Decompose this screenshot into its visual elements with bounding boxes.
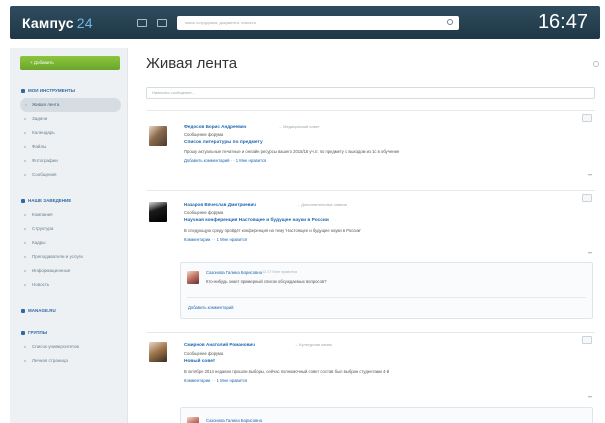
sidebar-item-universities[interactable]: Список университетов xyxy=(10,340,127,354)
post-divider xyxy=(146,110,595,111)
post-group[interactable]: → Медицинский совет xyxy=(278,124,320,129)
add-comment-link[interactable]: Добавить комментарий xyxy=(188,305,233,310)
post-actions[interactable]: Комментарии · · 1 Мне нравится xyxy=(184,237,247,242)
search-input[interactable]: поиск сотрудника, документа, новости xyxy=(176,15,459,30)
sidebar-section-groups[interactable]: ГРУППЫ xyxy=(10,326,127,340)
sidebar-item-live-feed[interactable]: Живая лента xyxy=(20,98,121,112)
post-type: Сообщение форума xyxy=(184,351,224,356)
sidebar-item-company[interactable]: Компания xyxy=(10,208,127,222)
feed-post: Назаров Вячеслав Дмитриевич → Дополнител… xyxy=(146,190,595,330)
feed-post: Федосов Борис Андреевич → Медицинский со… xyxy=(146,110,595,188)
expand-icon[interactable]: ▾▾ xyxy=(588,172,592,177)
sidebar-item-tasks[interactable]: Задачи xyxy=(10,112,127,126)
sidebar-section-institution[interactable]: НАШЕ ЗАВЕДЕНИЕ xyxy=(10,194,127,208)
menu-icon[interactable] xyxy=(136,18,147,27)
post-divider xyxy=(146,332,595,333)
post-type: Сообщение форума xyxy=(184,132,224,137)
app-logo[interactable]: Кампус 24 xyxy=(22,15,93,31)
sidebar-item-photos[interactable]: Фотографии xyxy=(10,154,127,168)
post-body: В следующую среду пройдёт конференция на… xyxy=(184,228,361,233)
feed-post: Смирнов Анатолий Романович → Культурная … xyxy=(146,332,595,407)
composer-input[interactable]: Написать сообщение... xyxy=(146,87,595,99)
sidebar-item-personal-page[interactable]: Личная страница xyxy=(10,354,127,368)
sidebar-spacer xyxy=(10,292,127,304)
sidebar-section-my-tools[interactable]: МОИ ИНСТРУМЕНТЫ xyxy=(10,84,127,98)
post-menu-icon[interactable] xyxy=(582,194,592,202)
post-title[interactable]: Научная конференция Настоящее и будущее … xyxy=(184,218,329,223)
post-title[interactable]: Список литературы по предмету xyxy=(184,140,263,145)
sidebar-item-calendar[interactable]: Календарь xyxy=(10,126,127,140)
settings-icon[interactable] xyxy=(593,61,599,67)
sidebar-spacer xyxy=(10,318,127,326)
post-author[interactable]: Смирнов Анатолий Романович xyxy=(184,342,255,347)
grid-icon[interactable] xyxy=(156,18,167,27)
post-divider xyxy=(146,190,595,191)
post-actions[interactable]: Комментарии · · 1 Мне нравится xyxy=(184,378,247,383)
post-menu-icon[interactable] xyxy=(582,114,592,122)
post-type: Сообщение форума xyxy=(184,210,224,215)
avatar[interactable] xyxy=(149,126,167,146)
avatar[interactable] xyxy=(187,271,199,284)
expand-icon[interactable]: ▾▾ xyxy=(588,250,592,255)
comment-meta: 12.07 Мне нравится xyxy=(262,270,298,274)
comment-block: Сазонова Галина Борисовна xyxy=(180,407,593,423)
search-icon[interactable] xyxy=(446,18,453,25)
sidebar-spacer xyxy=(10,182,127,194)
avatar[interactable] xyxy=(149,342,167,362)
sidebar-item-messages[interactable]: Сообщения xyxy=(10,168,127,182)
comment-text: Кто-нибудь знает примерный список обсужд… xyxy=(206,279,327,284)
page-title: Живая лента xyxy=(146,55,238,72)
post-group[interactable]: → Дополнительные знания xyxy=(296,202,347,207)
add-button[interactable]: + Добавить xyxy=(20,56,120,70)
sidebar-item-staff[interactable]: Кадры xyxy=(10,236,127,250)
sidebar-item-teachers[interactable]: Преподаватели и услуги xyxy=(10,250,127,264)
avatar[interactable] xyxy=(187,417,199,423)
comment-divider xyxy=(187,297,586,298)
comment-author[interactable]: Сазонова Галина Борисовна xyxy=(206,270,262,275)
post-body: Прошу актуальные печатные и онлайн ресур… xyxy=(184,149,400,154)
post-actions[interactable]: Добавить комментарий · · 1 Мне нравится xyxy=(184,158,266,163)
sidebar: + Добавить МОИ ИНСТРУМЕНТЫ Живая лента З… xyxy=(10,48,128,423)
post-menu-icon[interactable] xyxy=(582,336,592,344)
sidebar-item-info[interactable]: Информационные xyxy=(10,264,127,278)
expand-icon[interactable]: ▾▾ xyxy=(588,394,592,399)
post-group[interactable]: → Культурная жизнь xyxy=(294,342,332,347)
sidebar-item-files[interactable]: Файлы xyxy=(10,140,127,154)
top-header: Кампус 24 поиск сотрудника, документа, но… xyxy=(10,6,600,39)
post-author[interactable]: Федосов Борис Андреевич xyxy=(184,124,246,129)
avatar[interactable] xyxy=(149,202,167,222)
post-author[interactable]: Назаров Вячеслав Дмитриевич xyxy=(184,202,256,207)
post-title[interactable]: Новый совет xyxy=(184,359,215,364)
clock: 16:47 xyxy=(537,11,588,33)
sidebar-item-structure[interactable]: Структура xyxy=(10,222,127,236)
comment-block: Сазонова Галина Борисовна 12.07 Мне нрав… xyxy=(180,262,593,319)
sidebar-section-manage[interactable]: MANAGE.RU xyxy=(10,304,127,318)
comment-author[interactable]: Сазонова Галина Борисовна xyxy=(206,418,262,423)
sidebar-item-news[interactable]: Новость xyxy=(10,278,127,292)
post-body: В октябре 2014 недавно прошли выборы, се… xyxy=(184,369,390,374)
